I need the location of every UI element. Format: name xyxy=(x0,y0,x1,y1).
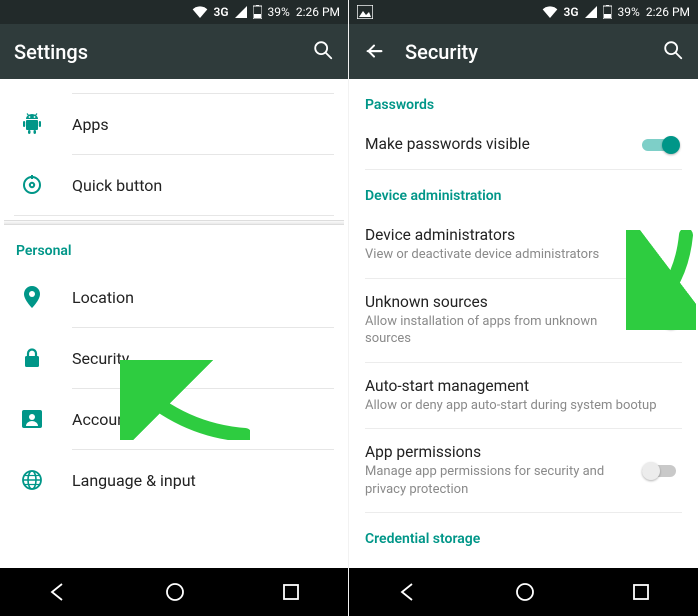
globe-icon xyxy=(18,470,46,490)
pref-auto-start[interactable]: Auto-start management Allow or deny app … xyxy=(349,363,698,429)
nav-bar xyxy=(0,568,348,616)
settings-item-language[interactable]: Language & input xyxy=(0,450,348,510)
battery-icon xyxy=(253,5,262,19)
nav-bar xyxy=(349,568,698,616)
status-bar: 3G 39% 2:26 PM xyxy=(0,0,348,24)
app-bar: Security xyxy=(349,24,698,79)
pref-title: Device administrators xyxy=(365,226,680,244)
section-header-device-admin: Device administration xyxy=(349,170,698,212)
network-label: 3G xyxy=(214,5,229,19)
pref-title: Unknown sources xyxy=(365,293,630,311)
search-icon[interactable] xyxy=(312,39,334,65)
wifi-icon xyxy=(542,6,558,18)
clock: 2:26 PM xyxy=(646,5,690,19)
app-bar: Settings xyxy=(0,24,348,79)
settings-item-accounts[interactable]: Accounts xyxy=(0,389,348,449)
settings-item-label: Security xyxy=(72,349,129,368)
back-button[interactable] xyxy=(363,41,385,63)
pref-title: App permissions xyxy=(365,443,630,461)
status-bar: 3G 39% 2:26 PM xyxy=(349,0,698,24)
pref-subtitle: Allow installation of apps from unknown … xyxy=(365,313,630,348)
settings-item-quick-button[interactable]: Quick button xyxy=(0,155,348,215)
settings-item-apps[interactable]: Apps xyxy=(0,94,348,154)
location-icon xyxy=(18,286,46,308)
settings-item-label: Quick button xyxy=(72,176,162,195)
nav-back-icon[interactable] xyxy=(397,581,419,603)
settings-item-label: Language & input xyxy=(72,471,196,490)
settings-screen: 3G 39% 2:26 PM Settings Apps xyxy=(0,0,349,616)
nav-recent-icon[interactable] xyxy=(281,582,301,602)
settings-item-security[interactable]: Security xyxy=(0,328,348,388)
pref-make-passwords-visible[interactable]: Make passwords visible xyxy=(349,121,698,169)
pref-subtitle: Manage app permissions for security and … xyxy=(365,463,630,498)
nav-recent-icon[interactable] xyxy=(631,582,651,602)
security-settings-list: Passwords Make passwords visible Device … xyxy=(349,79,698,568)
wifi-icon xyxy=(192,6,208,18)
network-label: 3G xyxy=(564,5,579,19)
android-icon xyxy=(18,113,46,135)
pref-device-administrators[interactable]: Device administrators View or deactivate… xyxy=(349,212,698,278)
toggle-switch[interactable] xyxy=(642,310,680,330)
battery-icon xyxy=(603,5,612,19)
battery-percent: 39% xyxy=(618,5,640,19)
toggle-switch[interactable] xyxy=(642,461,680,481)
nav-back-icon[interactable] xyxy=(47,581,69,603)
pref-title: Make passwords visible xyxy=(365,135,630,153)
battery-percent: 39% xyxy=(268,5,290,19)
security-screen: 3G 39% 2:26 PM Security Passwords Make p… xyxy=(349,0,698,616)
section-header-passwords: Passwords xyxy=(349,79,698,121)
accounts-icon xyxy=(18,410,46,428)
settings-item-location[interactable]: Location xyxy=(0,267,348,327)
page-title: Settings xyxy=(14,40,88,64)
quick-button-icon xyxy=(18,175,46,195)
pref-subtitle: Allow or deny app auto-start during syst… xyxy=(365,397,680,415)
settings-item-label: Apps xyxy=(72,115,109,134)
pref-title: Auto-start management xyxy=(365,377,680,395)
pref-unknown-sources[interactable]: Unknown sources Allow installation of ap… xyxy=(349,279,698,362)
image-icon xyxy=(357,5,373,19)
settings-item-label: Location xyxy=(72,288,134,307)
signal-icon xyxy=(235,6,247,18)
pref-app-permissions[interactable]: App permissions Manage app permissions f… xyxy=(349,429,698,512)
search-icon[interactable] xyxy=(662,39,684,65)
nav-home-icon[interactable] xyxy=(164,581,186,603)
settings-list: Apps Quick button Personal Location xyxy=(0,79,348,568)
lock-icon xyxy=(18,348,46,368)
page-title: Security xyxy=(405,40,478,64)
settings-item-label: Accounts xyxy=(72,410,139,429)
pref-subtitle: View or deactivate device administrators xyxy=(365,246,680,264)
clock: 2:26 PM xyxy=(296,5,340,19)
signal-icon xyxy=(585,6,597,18)
section-header-credential: Credential storage xyxy=(349,513,698,555)
section-header-personal: Personal xyxy=(0,225,348,267)
toggle-switch[interactable] xyxy=(642,135,680,155)
nav-home-icon[interactable] xyxy=(514,581,536,603)
